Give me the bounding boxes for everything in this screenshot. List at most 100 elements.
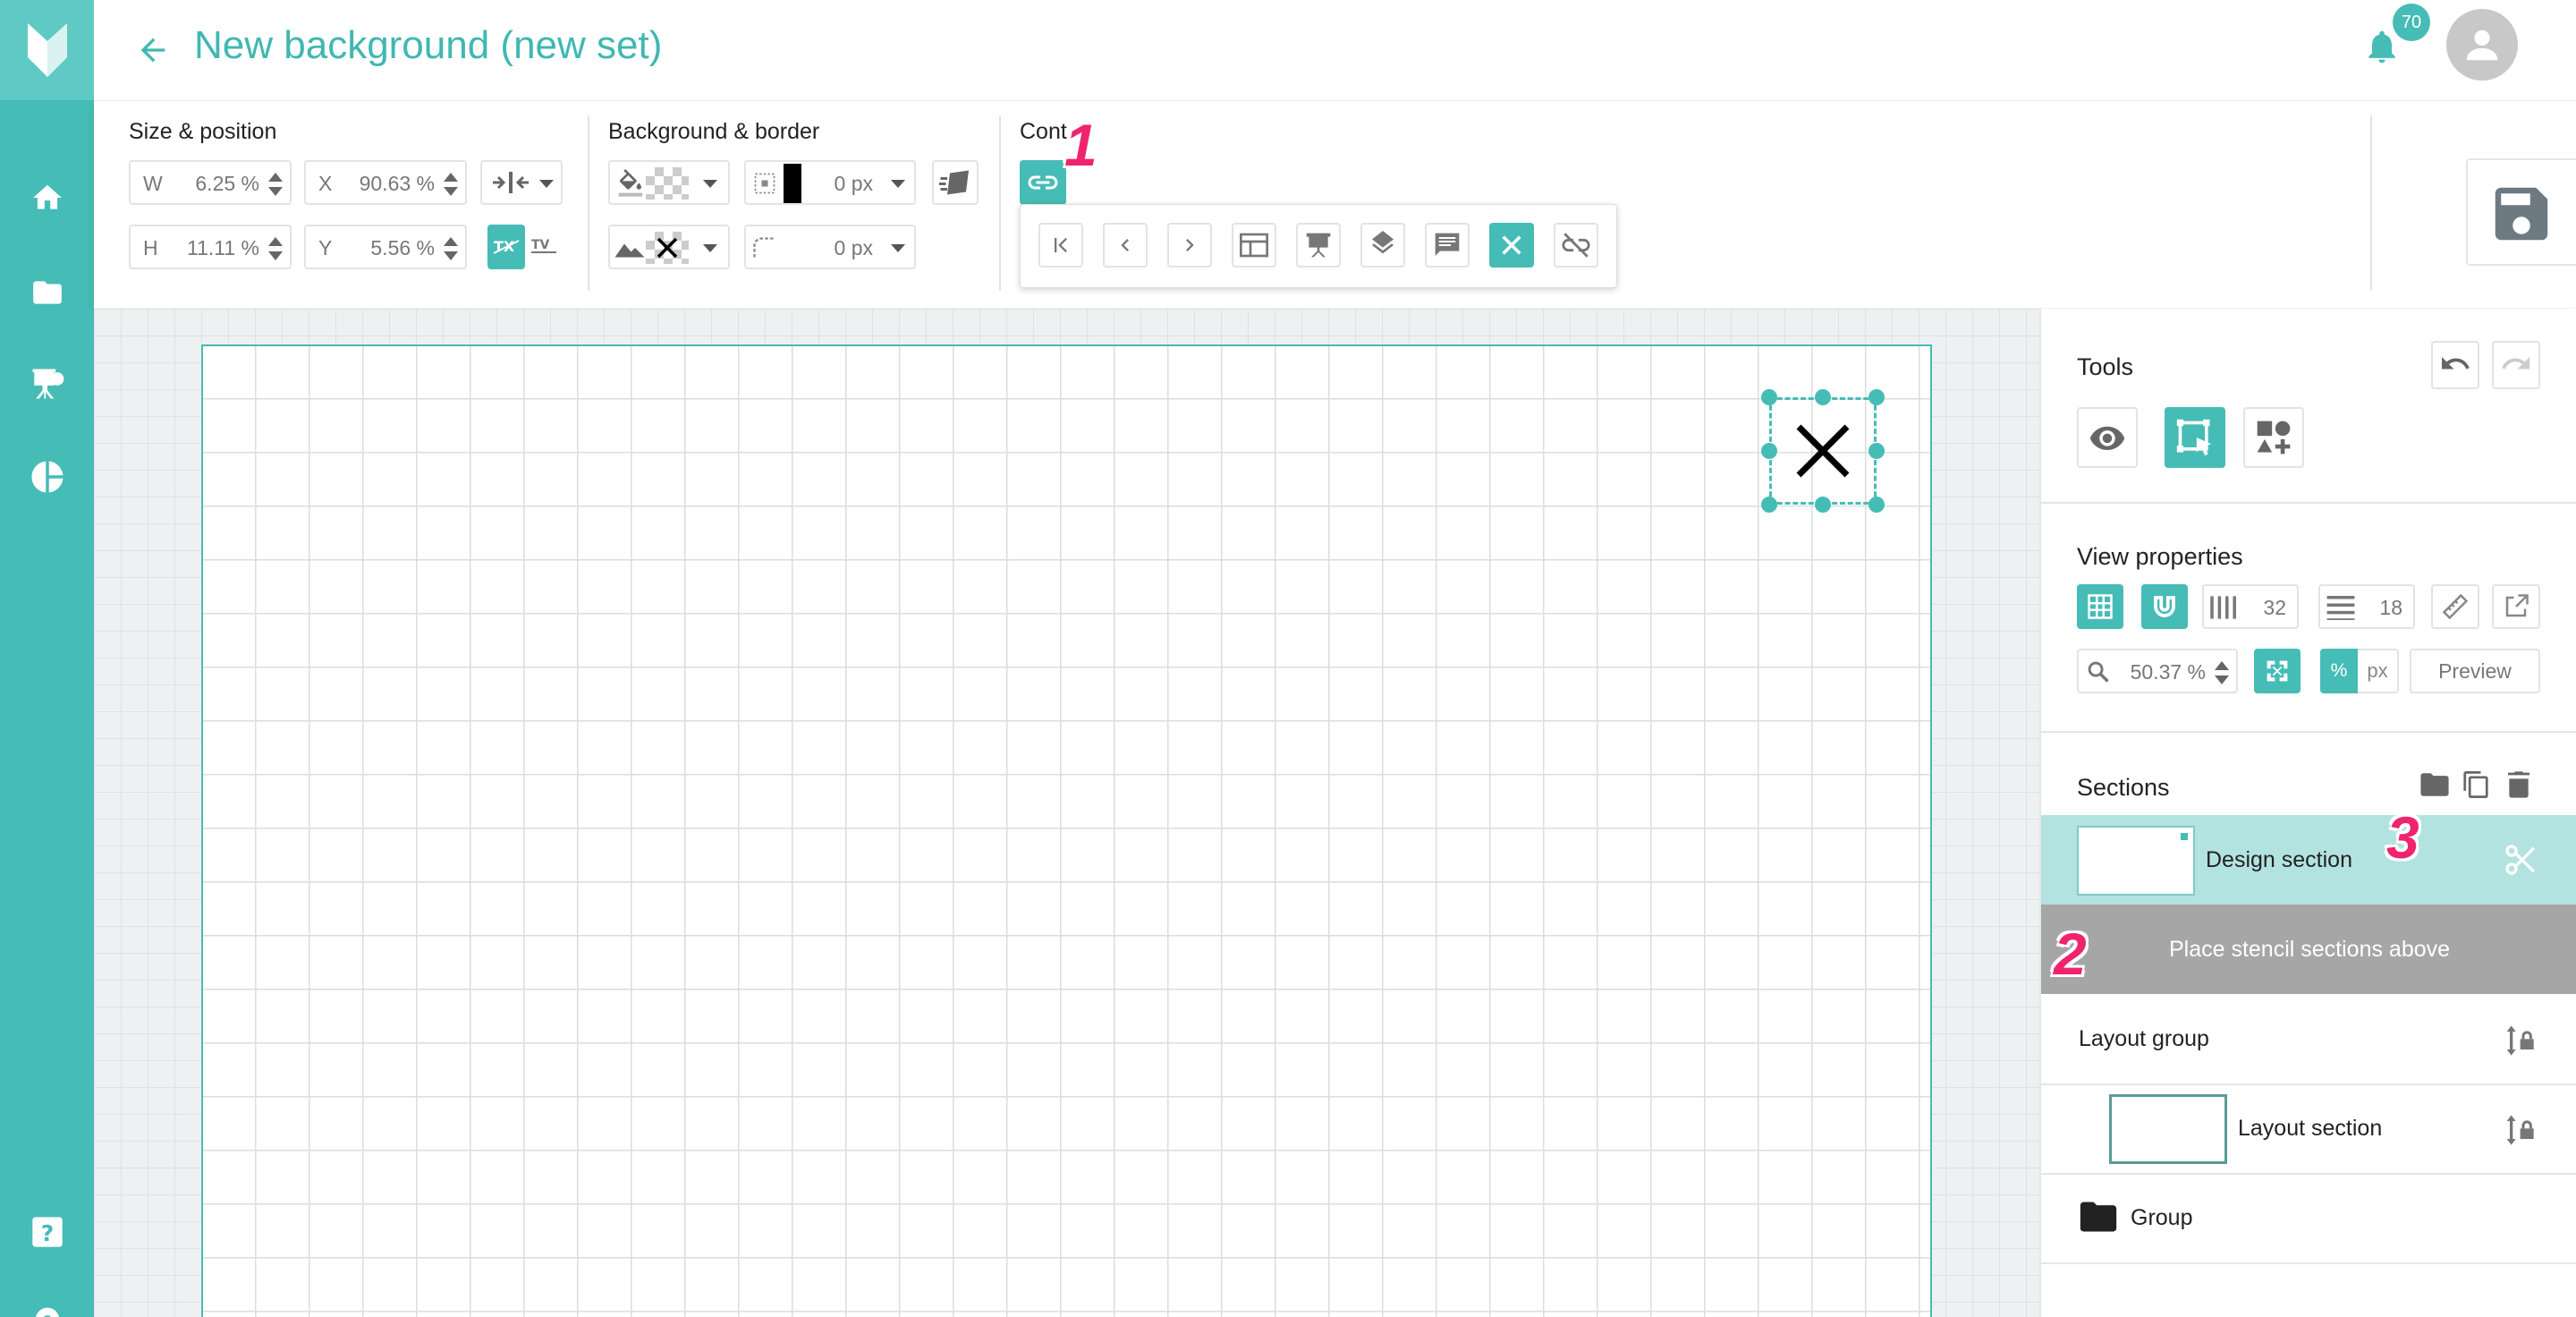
back-arrow-icon[interactable] [130,27,176,73]
settings-icon[interactable] [0,1288,94,1317]
y-spinner[interactable] [444,237,458,260]
columns-icon [2210,596,2236,619]
link-button[interactable] [1020,160,1066,205]
shapes-tool-button[interactable] [2243,407,2304,468]
save-panel [2466,158,2576,266]
selected-element[interactable] [1769,397,1877,505]
link-navigation-popup [1020,204,1617,288]
cut-section-button[interactable] [2501,840,2540,879]
zoom-spinner[interactable] [2215,661,2229,684]
comment-link-button[interactable] [1425,223,1470,268]
help-icon[interactable]: ? [0,1201,94,1263]
analytics-icon[interactable] [0,446,94,508]
x-value: 90.63 % [359,172,435,195]
divider [2041,1262,2576,1264]
guides-toggle[interactable] [2492,584,2540,629]
save-button[interactable] [2486,178,2557,250]
close-link-button[interactable] [1489,223,1534,268]
floppy-disk-icon [2495,187,2548,241]
layout-section-label: Layout section [2238,1116,2383,1141]
snap-toggle[interactable] [2141,584,2188,629]
thumbnail-element-marker [2181,833,2188,840]
chevron-down-icon [539,180,554,188]
rows-field[interactable]: 18 [2318,584,2415,629]
unlink-button[interactable] [1554,223,1598,268]
home-icon[interactable] [0,166,94,229]
resize-handle[interactable] [1761,389,1777,405]
resize-handle[interactable] [1815,497,1831,513]
resize-handle[interactable] [1868,389,1885,405]
preview-button[interactable]: Preview [2410,649,2540,693]
undo-button[interactable] [2431,341,2479,389]
presentation-icon[interactable] [0,353,94,415]
app-logo[interactable] [0,0,94,100]
grid-toggle[interactable] [2077,584,2123,629]
columns-field[interactable]: 32 [2202,584,2299,629]
vertical-resize-lock-icon [2506,1115,2534,1145]
y-position-field[interactable]: Y 5.56 % [304,225,467,269]
right-side-panel: Tools View properties 32 18 50.37 % % px… [2039,309,2576,1317]
x-spinner[interactable] [444,173,458,196]
fill-color-picker[interactable] [608,160,730,205]
text-overflow-toggle[interactable]: TV [525,225,563,269]
user-avatar[interactable] [2446,9,2518,81]
redo-button[interactable] [2492,341,2540,389]
notification-count-badge[interactable]: 70 [2393,4,2430,41]
reorder-lock-icon[interactable] [2499,1021,2538,1060]
resize-handle[interactable] [1761,443,1777,459]
layers-icon [1372,231,1394,254]
background-effects-button[interactable] [932,160,979,205]
preview-mode-button[interactable] [2077,407,2138,468]
width-value: 6.25 % [195,172,259,195]
x-position-field[interactable]: X 90.63 % [304,160,467,205]
previous-slide-button[interactable] [1103,223,1148,268]
next-slide-button[interactable] [1167,223,1212,268]
group-row[interactable]: Group [2041,1173,2576,1262]
fit-to-screen-button[interactable] [2254,649,2301,693]
layout-section-row[interactable]: Layout section [2041,1083,2576,1173]
layout-group-row[interactable]: Layout group [2041,994,2576,1083]
border-width-field[interactable]: 0 px [744,160,916,205]
duplicate-section-button[interactable] [2458,767,2494,803]
resize-handle[interactable] [1868,443,1885,459]
chevron-down-icon [891,244,905,252]
left-navigation: ? [0,0,94,1317]
layers-link-button[interactable] [1360,223,1405,268]
chevron-left-icon [1121,239,1129,251]
presentation-link-button[interactable] [1296,223,1341,268]
unit-px-toggle[interactable]: px [2358,649,2399,693]
new-folder-button[interactable] [2417,767,2453,803]
chevron-down-icon [891,180,905,188]
design-section-row[interactable]: Design section [2041,815,2576,905]
height-spinner[interactable] [268,237,283,260]
align-dropdown[interactable] [480,160,563,205]
width-field[interactable]: W 6.25 % [129,160,292,205]
border-color-swatch[interactable] [784,164,801,203]
chevron-down-icon [703,180,717,188]
delete-section-button[interactable] [2501,767,2537,803]
stencil-drop-zone[interactable]: Place stencil sections above [2041,905,2576,994]
resize-handle[interactable] [1761,497,1777,513]
background-image-picker[interactable] [608,225,730,269]
paint-bucket-icon [618,169,643,197]
folder-icon [2080,1202,2117,1232]
corner-radius-field[interactable]: 0 px [744,225,916,269]
reorder-lock-icon[interactable] [2499,1110,2538,1150]
text-fit-toggle[interactable]: TX [487,225,525,269]
zoom-field[interactable]: 50.37 % [2077,649,2238,693]
resize-handle[interactable] [1815,389,1831,405]
design-section-thumbnail [2077,826,2195,896]
annotation-marker-2: 2 [2054,921,2087,987]
layout-group-label: Layout group [2079,1026,2209,1051]
select-tool-button[interactable] [2165,407,2225,468]
shapes-icon [2257,421,2291,455]
first-slide-button[interactable] [1038,223,1083,268]
design-stage[interactable] [201,344,1932,1317]
unit-percent-toggle[interactable]: % [2320,649,2358,693]
layout-link-button[interactable] [1232,223,1276,268]
resize-handle[interactable] [1868,497,1885,513]
height-field[interactable]: H 11.11 % [129,225,292,269]
width-spinner[interactable] [268,173,283,196]
ruler-toggle[interactable] [2431,584,2479,629]
folder-icon[interactable] [0,261,94,324]
